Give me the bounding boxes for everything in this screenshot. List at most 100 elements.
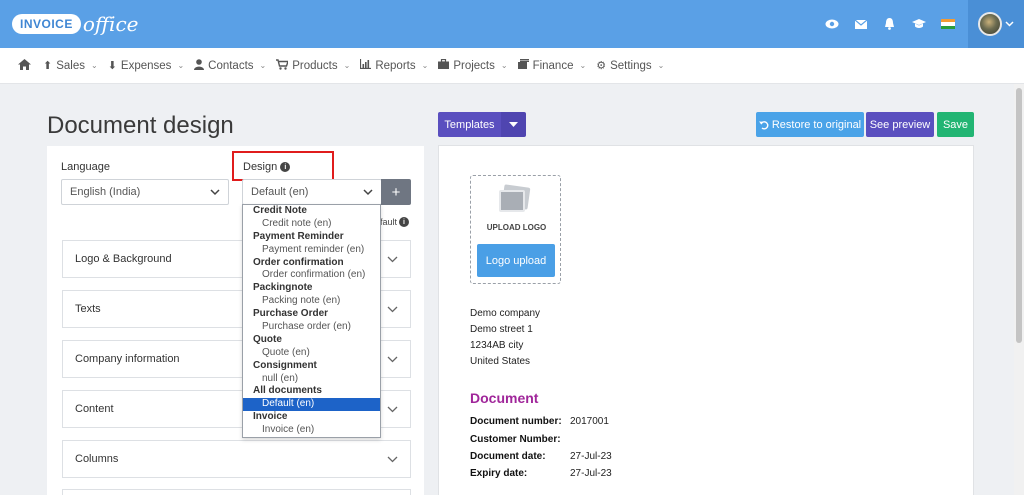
chevron-down-icon: ⌄ [657, 61, 665, 70]
top-icons [817, 0, 1024, 48]
design-highlight [232, 151, 334, 181]
meta-value: 2017001 [570, 416, 609, 427]
user-icon [194, 58, 205, 73]
chevron-down-icon [1005, 21, 1014, 27]
india-flag-icon[interactable] [933, 0, 962, 48]
design-value: Default (en) [251, 186, 309, 198]
main-nav: ⬆ Sales ⌄ ⬇ Expenses ⌄ Contacts ⌄ Produc… [0, 48, 1024, 84]
eye-icon[interactable] [817, 0, 846, 48]
nav-label: Contacts [208, 59, 254, 72]
dropdown-group-label: Credit Note [253, 205, 307, 216]
nav-products[interactable]: Products ⌄ [276, 58, 350, 73]
gear-icon: ⚙ [596, 60, 607, 72]
page-title: Document design [47, 112, 234, 139]
language-value: English (India) [70, 186, 141, 198]
section-more[interactable] [62, 489, 411, 495]
chevron-down-icon: ⌄ [500, 61, 508, 70]
dropdown-group-label: Consignment [253, 359, 317, 371]
default-hint: fault i [380, 217, 410, 227]
templates-dropdown-button[interactable] [501, 112, 526, 137]
see-preview-button[interactable]: See preview [866, 112, 934, 137]
bell-icon[interactable] [875, 0, 904, 48]
document-title: Document [470, 390, 539, 406]
arrow-up-icon: ⬆ [43, 60, 53, 72]
section-title: Content [75, 403, 114, 415]
plus-icon: + [391, 183, 401, 201]
nav-sales[interactable]: ⬆ Sales ⌄ [43, 59, 98, 73]
dropdown-option[interactable]: Packing note (en) [243, 295, 380, 308]
chevron-down-icon: ⌄ [421, 61, 429, 70]
section-title: Columns [75, 453, 119, 465]
dropdown-group-label: Purchase Order [253, 308, 329, 320]
arrow-down-icon: ⬇ [107, 60, 117, 72]
restore-label: Restore to original [771, 118, 862, 131]
chevron-down-icon [387, 302, 398, 319]
graduation-cap-icon[interactable] [904, 0, 933, 48]
nav-label: Reports [375, 59, 416, 72]
add-design-button[interactable]: + [381, 179, 411, 205]
dropdown-option[interactable]: Payment reminder (en) [243, 244, 380, 257]
caret-down-icon [509, 122, 518, 127]
chevron-down-icon [387, 352, 398, 369]
section-title: Logo & Background [75, 253, 172, 265]
nav-settings[interactable]: ⚙ Settings ⌄ [596, 59, 665, 73]
language-label: Language [61, 161, 110, 173]
chevron-down-icon [387, 252, 398, 269]
logo-badge: INVOICE [12, 14, 81, 34]
nav-finance[interactable]: Finance ⌄ [517, 59, 587, 72]
dropdown-option[interactable]: Quote (en) [243, 347, 380, 360]
home-icon[interactable] [18, 58, 31, 73]
nav-label: Finance [532, 59, 574, 72]
undo-icon [758, 120, 769, 129]
dropdown-option[interactable]: Order confirmation (en) [243, 269, 380, 282]
nav-label: Sales [56, 59, 85, 72]
chevron-down-icon: ⌄ [579, 61, 587, 70]
nav-label: Settings [610, 59, 652, 72]
scrollbar-thumb[interactable] [1016, 88, 1022, 343]
logo-upload-button[interactable]: Logo upload [477, 244, 555, 277]
nav-label: Expenses [120, 59, 172, 72]
dropdown-option[interactable]: null (en) [243, 373, 380, 386]
logo-upload-area[interactable]: UPLOAD LOGO Logo upload [470, 175, 561, 284]
section-columns[interactable]: Columns [62, 440, 411, 478]
app-logo[interactable]: INVOICE office [12, 12, 139, 36]
dropdown-group-label: Invoice [253, 411, 288, 423]
chevron-down-icon [363, 185, 373, 202]
company-country: United States [470, 356, 531, 367]
section-title: Company information [75, 353, 180, 365]
templates-button[interactable]: Templates [438, 112, 501, 137]
avatar [978, 12, 1002, 36]
info-icon[interactable]: i [399, 217, 410, 227]
meta-label: Document number: [470, 416, 562, 427]
nav-reports[interactable]: Reports ⌄ [360, 59, 428, 72]
nav-label: Projects [453, 59, 495, 72]
restore-to-original-button[interactable]: Restore to original [756, 112, 864, 137]
meta-value: 27-Jul-23 [570, 468, 612, 479]
cart-icon [276, 58, 290, 73]
briefcase-icon [438, 58, 450, 72]
design-dropdown-list[interactable]: Credit Note Credit note (en) Payment Remin… [242, 204, 381, 438]
dropdown-option[interactable]: Credit note (en) [243, 218, 380, 231]
upload-logo-label: UPLOAD LOGO [486, 223, 547, 232]
chevron-down-icon: ⌄ [91, 61, 98, 70]
dropdown-option[interactable]: Purchase order (en) [243, 321, 380, 334]
user-menu[interactable] [968, 0, 1024, 48]
top-bar: INVOICE office [0, 0, 1024, 48]
company-name: Demo company [470, 308, 541, 319]
logo-suffix: office [82, 12, 139, 36]
nav-contacts[interactable]: Contacts ⌄ [194, 58, 267, 73]
dropdown-group-label: Packingnote [253, 282, 313, 294]
dropdown-option[interactable]: Default (en) [243, 398, 380, 412]
dropdown-option[interactable]: Invoice (en) [243, 424, 380, 437]
dropdown-group-label: Quote [253, 333, 282, 345]
chevron-down-icon: ⌄ [259, 61, 267, 70]
nav-expenses[interactable]: ⬇ Expenses ⌄ [107, 59, 185, 73]
mail-icon[interactable] [846, 0, 875, 48]
language-select[interactable]: English (India) [61, 179, 229, 205]
chevron-down-icon: ⌄ [177, 61, 185, 70]
design-select[interactable]: Default (en) [242, 179, 382, 205]
nav-projects[interactable]: Projects ⌄ [438, 58, 508, 72]
save-button[interactable]: Save [937, 112, 974, 137]
image-placeholder-icon [499, 184, 531, 214]
default-hint-text: fault [380, 217, 398, 227]
